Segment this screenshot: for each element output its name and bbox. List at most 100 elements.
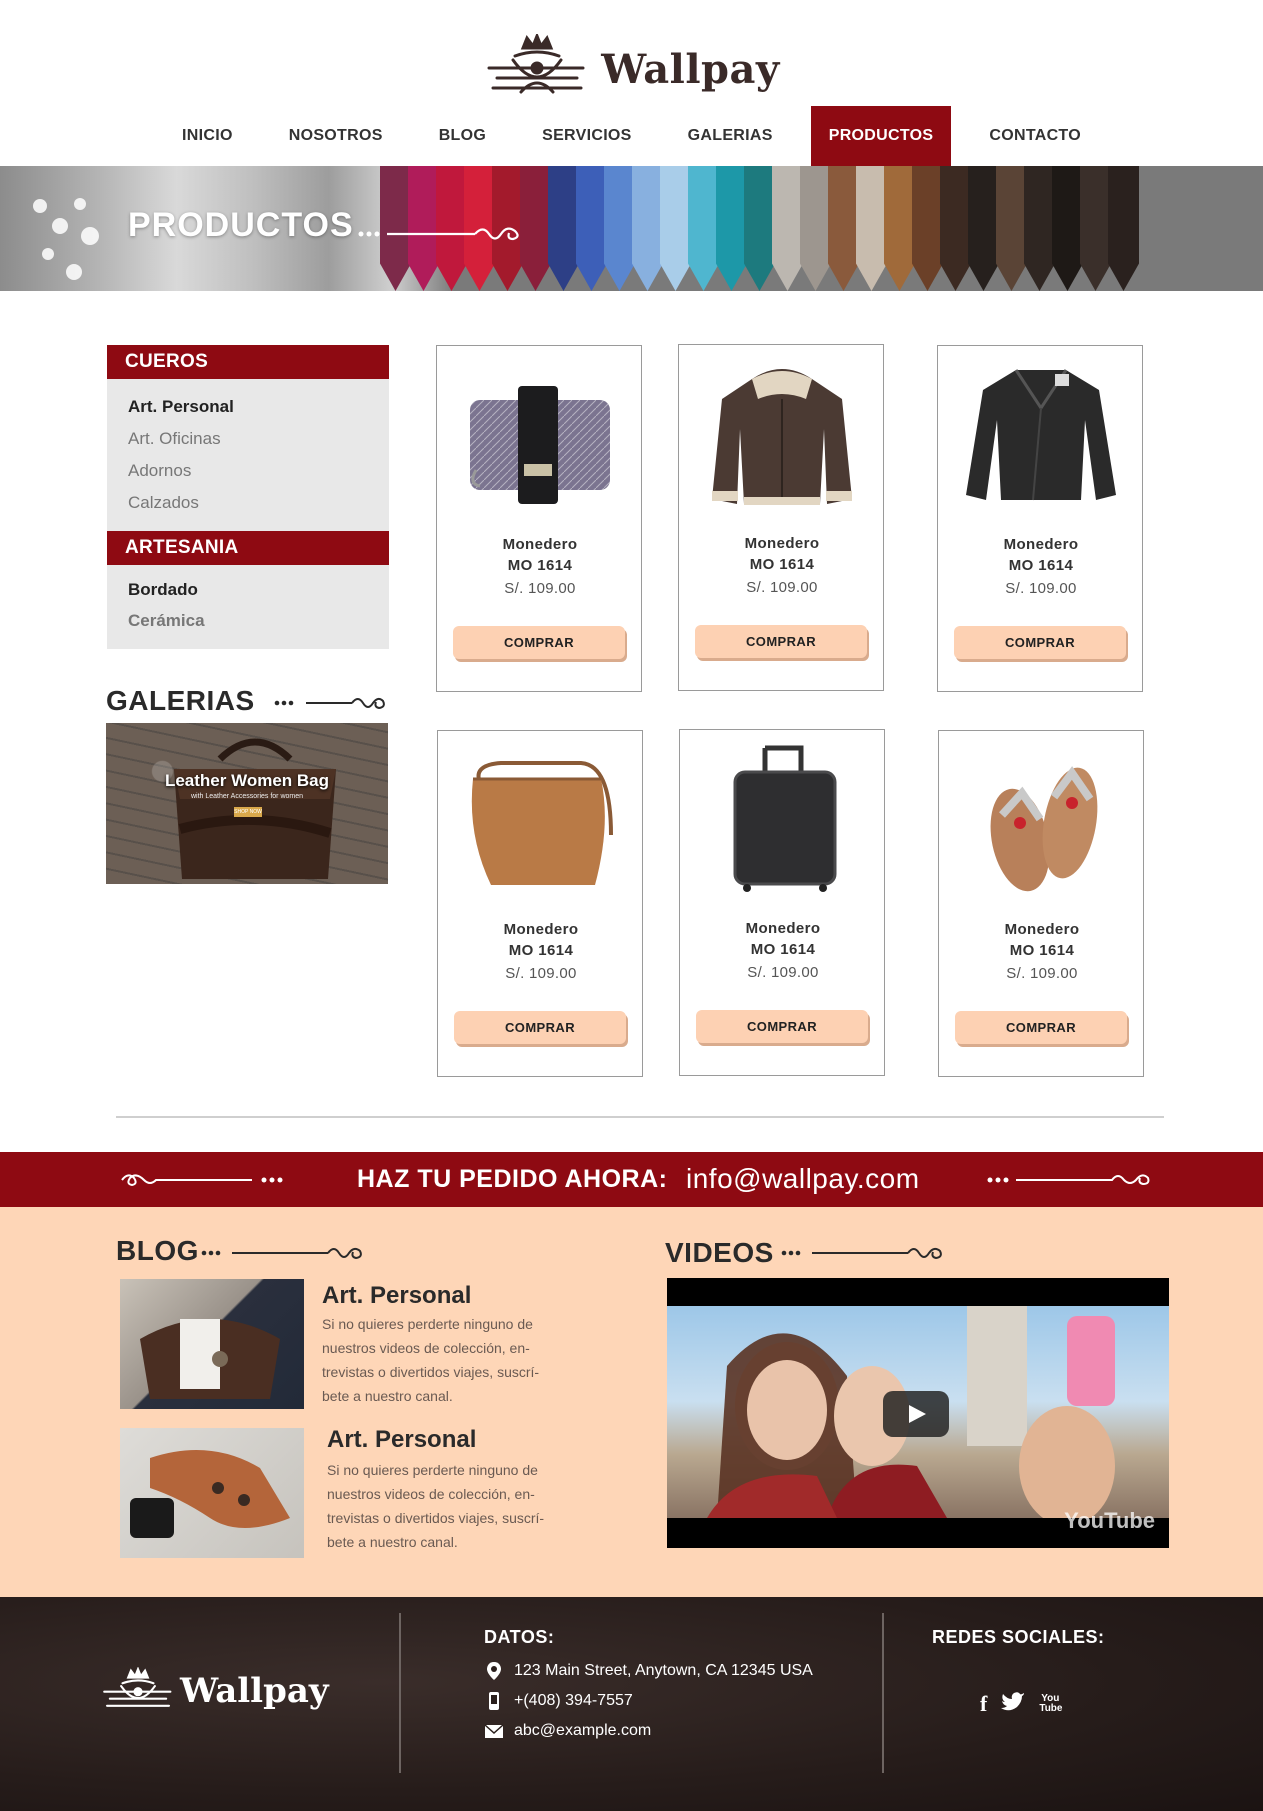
video-player[interactable]: YouTube	[667, 1278, 1169, 1548]
product-code: MO 1614	[1009, 942, 1075, 959]
blog-post-title[interactable]: Art. Personal	[322, 1282, 471, 1310]
category-item-art-personal[interactable]: Art. Personal	[128, 397, 234, 417]
product-card[interactable]: Monedero MO 1614 S/. 109.00 COMPRAR	[678, 344, 884, 691]
category-item-ceramica[interactable]: Cerámica	[128, 611, 205, 631]
blog-post-title[interactable]: Art. Personal	[327, 1426, 476, 1454]
phone-text: +(408) 394-7557	[514, 1692, 633, 1709]
location-pin-icon	[487, 1662, 501, 1680]
product-card[interactable]: Monedero MO 1614 S/. 109.00 COMPRAR	[679, 729, 885, 1076]
gallery-thumbnail[interactable]: Leather Women Bag with Leather Accessori…	[106, 723, 388, 884]
category-item-art-oficinas[interactable]: Art. Oficinas	[128, 429, 221, 449]
comprar-button[interactable]: COMPRAR	[954, 626, 1126, 659]
footer-phone[interactable]: +(408) 394-7557	[484, 1691, 633, 1711]
nav-inicio[interactable]: INICIO	[164, 106, 251, 166]
category-item-adornos[interactable]: Adornos	[128, 461, 191, 481]
suitcase-icon	[733, 745, 837, 892]
comprar-button[interactable]: COMPRAR	[955, 1011, 1127, 1044]
product-name: Monedero	[1004, 921, 1080, 938]
blog-post-image[interactable]	[120, 1279, 304, 1409]
category-header-cueros[interactable]: CUEROS	[107, 345, 389, 379]
comprar-button[interactable]: COMPRAR	[696, 1010, 868, 1043]
footer-logo[interactable]: Wallpay	[100, 1667, 329, 1715]
product-code: MO 1614	[750, 941, 816, 958]
order-email-link[interactable]: info@wallpay.com	[686, 1163, 920, 1195]
footer-email[interactable]: abc@example.com	[484, 1721, 651, 1741]
product-name: Monedero	[745, 920, 821, 937]
social-links: f You Tube	[980, 1691, 1062, 1717]
footer-wordmark: Wallpay	[180, 1671, 329, 1711]
excerpt-line: nuestros videos de colección, en-	[322, 1340, 530, 1356]
product-card[interactable]: Monedero MO 1614 S/. 109.00 COMPRAR	[937, 345, 1143, 692]
product-card[interactable]: Monedero MO 1614 S/. 109.00 COMPRAR	[437, 730, 643, 1077]
excerpt-line: nuestros videos de colección, en-	[327, 1486, 535, 1502]
product-code: MO 1614	[508, 942, 574, 959]
nav-galerias[interactable]: GALERIAS	[670, 106, 791, 166]
product-name: Monedero	[502, 536, 578, 553]
logo-crown-icon	[487, 34, 585, 94]
order-label: HAZ TU PEDIDO AHORA:	[357, 1165, 668, 1193]
header-logo[interactable]: Wallpay	[0, 32, 1263, 102]
footer-datos-title: DATOS:	[484, 1627, 555, 1647]
aviator-jacket-icon	[712, 369, 852, 505]
nav-nosotros[interactable]: NOSOTROS	[271, 106, 401, 166]
product-card[interactable]: Monedero MO 1614 S/. 109.00 COMPRAR	[436, 345, 642, 692]
logo-crown-icon	[103, 1667, 172, 1707]
product-price: S/. 109.00	[747, 964, 819, 981]
wallet-icon	[470, 386, 610, 504]
leather-strap-photo-icon	[130, 1450, 290, 1538]
youtube-icon[interactable]: You Tube	[1039, 1694, 1062, 1714]
blog-post-excerpt: Si no quieres perderte ninguno de nuestr…	[327, 1458, 572, 1554]
category-item-calzados[interactable]: Calzados	[128, 493, 199, 513]
page-banner: PRODUCTOS	[0, 166, 1263, 291]
gallery-banner-subtitle: with Leather Accessories for women	[190, 793, 304, 800]
category-item-bordado[interactable]: Bordado	[128, 580, 198, 600]
site-footer: Wallpay DATOS: 123 Main Street, Anytown,…	[0, 1597, 1263, 1811]
product-name: Monedero	[744, 535, 820, 552]
gallery-banner-button[interactable]: SHOP NOW	[234, 807, 262, 817]
address-text: 123 Main Street, Anytown, CA 12345 USA	[514, 1662, 813, 1679]
product-price: S/. 109.00	[505, 965, 577, 982]
twitter-bird-icon	[1001, 1692, 1025, 1711]
briefcase-photo-icon	[140, 1319, 280, 1399]
comprar-button[interactable]: COMPRAR	[454, 1011, 626, 1044]
product-price: S/. 109.00	[504, 580, 576, 597]
nav-productos[interactable]: PRODUCTOS	[810, 106, 952, 166]
blog-title: BLOG	[116, 1235, 199, 1266]
galerias-title: GALERIAS	[106, 685, 255, 716]
excerpt-line: bete a nuestro canal.	[327, 1534, 458, 1550]
envelope-icon	[484, 1724, 504, 1738]
email-text: abc@example.com	[514, 1722, 652, 1739]
gallery-banner-title: Leather Women Bag	[164, 771, 330, 790]
footer-social-title: REDES SOCIALES:	[932, 1627, 1105, 1647]
chandelier-decoration	[33, 198, 99, 280]
category-list-cueros: Art. Personal Art. Oficinas Adornos Calz…	[107, 379, 389, 531]
blog-post-image[interactable]	[120, 1428, 304, 1558]
footer-divider	[882, 1613, 884, 1773]
leather-jacket-icon	[966, 369, 1116, 501]
order-banner: HAZ TU PEDIDO AHORA: info@wallpay.com	[0, 1152, 1263, 1207]
category-list-artesania: Bordado Cerámica	[107, 565, 389, 649]
nav-servicios[interactable]: SERVICIOS	[524, 106, 650, 166]
category-header-artesania[interactable]: ARTESANIA	[107, 531, 389, 565]
twitter-icon[interactable]	[1001, 1691, 1025, 1717]
phone-icon	[489, 1692, 499, 1710]
product-name: Monedero	[1003, 536, 1079, 553]
excerpt-line: bete a nuestro canal.	[322, 1388, 453, 1404]
facebook-icon[interactable]: f	[980, 1691, 987, 1717]
blog-post-excerpt: Si no quieres perderte ninguno de nuestr…	[322, 1312, 567, 1408]
comprar-button[interactable]: COMPRAR	[695, 625, 867, 658]
product-price: S/. 109.00	[1006, 965, 1078, 982]
flourish-ornament-right-icon	[987, 1174, 1150, 1186]
product-card[interactable]: Monedero MO 1614 S/. 109.00 COMPRAR	[938, 730, 1144, 1077]
nav-contacto[interactable]: CONTACTO	[971, 106, 1099, 166]
excerpt-line: trevistas o divertidos viajes, suscrí-	[322, 1364, 540, 1380]
product-name: Monedero	[503, 921, 579, 938]
nav-blog[interactable]: BLOG	[421, 106, 504, 166]
comprar-button[interactable]: COMPRAR	[453, 626, 625, 659]
leather-bag-icon	[174, 738, 336, 879]
play-button-icon[interactable]	[883, 1391, 949, 1437]
excerpt-line: trevistas o divertidos viajes, suscrí-	[327, 1510, 545, 1526]
flourish-ornament-icon	[274, 697, 385, 710]
flourish-ornament-icon	[781, 1247, 942, 1260]
excerpt-line: Si no quieres perderte ninguno de	[327, 1462, 538, 1478]
